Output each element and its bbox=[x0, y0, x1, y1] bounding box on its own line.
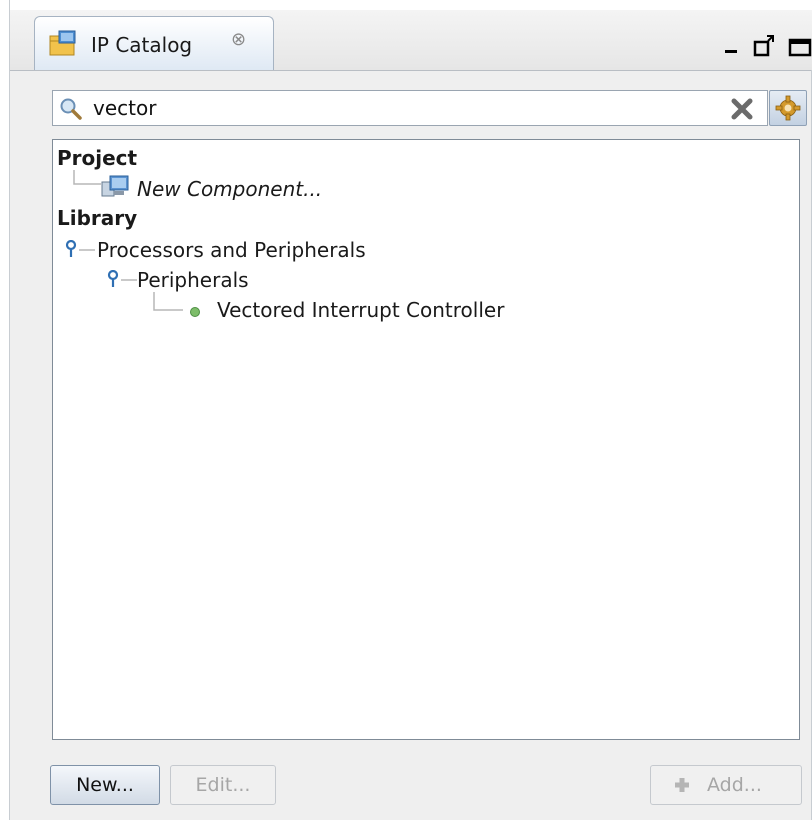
ip-catalog-icon bbox=[49, 30, 76, 56]
clear-icon[interactable] bbox=[729, 97, 755, 121]
tree-node-library[interactable]: Library bbox=[57, 206, 137, 230]
add-button-label: Add... bbox=[707, 774, 762, 796]
ip-catalog-panel: IP Catalog ⊗ vector Project New Componen… bbox=[10, 10, 812, 820]
add-button[interactable]: Add... bbox=[650, 765, 802, 805]
restore-icon[interactable] bbox=[753, 34, 775, 58]
new-button[interactable]: New... bbox=[50, 765, 160, 805]
tree-connector-icon bbox=[153, 292, 183, 311]
expand-toggle-icon[interactable] bbox=[65, 240, 79, 258]
left-frame-edge bbox=[0, 0, 10, 820]
gear-icon bbox=[775, 95, 801, 121]
tree-node-processors-and-peripherals[interactable]: Processors and Peripherals bbox=[97, 238, 366, 262]
search-icon bbox=[60, 98, 82, 120]
ip-tree[interactable]: Project New Component... Library Process… bbox=[52, 139, 800, 740]
tab-title: IP Catalog bbox=[91, 33, 193, 57]
search-input[interactable] bbox=[93, 95, 713, 121]
search-settings-button[interactable] bbox=[769, 90, 807, 126]
maximize-icon[interactable] bbox=[788, 34, 812, 58]
tree-connector-icon bbox=[121, 279, 137, 281]
search-field[interactable] bbox=[52, 90, 768, 126]
tree-connector-icon bbox=[79, 249, 95, 251]
tab-bar: IP Catalog ⊗ bbox=[10, 10, 812, 71]
tree-node-peripherals[interactable]: Peripherals bbox=[137, 268, 249, 292]
tree-node-new-component[interactable]: New Component... bbox=[137, 177, 322, 201]
tab-ip-catalog[interactable]: IP Catalog ⊗ bbox=[34, 16, 274, 70]
component-icon bbox=[101, 175, 129, 197]
expand-toggle-icon[interactable] bbox=[107, 270, 121, 288]
tree-node-vectored-interrupt-controller[interactable]: Vectored Interrupt Controller bbox=[217, 298, 504, 322]
tree-connector-icon bbox=[73, 170, 101, 185]
tab-close-icon[interactable]: ⊗ bbox=[231, 29, 246, 50]
plus-icon bbox=[675, 778, 689, 792]
bullet-icon bbox=[190, 307, 200, 317]
edit-button[interactable]: Edit... bbox=[170, 765, 276, 805]
minimize-icon[interactable] bbox=[723, 34, 741, 58]
tree-node-project[interactable]: Project bbox=[57, 146, 137, 170]
